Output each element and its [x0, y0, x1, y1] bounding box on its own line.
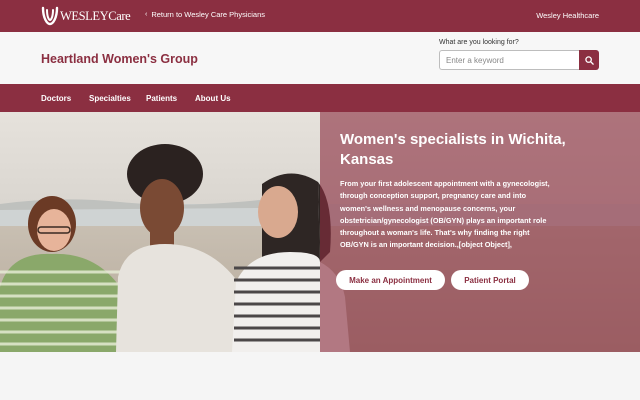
wesley-logo-icon [41, 6, 59, 26]
site-header: Heartland Women's Group What are you loo… [0, 32, 640, 84]
return-to-wesley-care-link[interactable]: ‹ Return to Wesley Care Physicians [145, 10, 265, 19]
search-icon [584, 55, 594, 65]
chevron-left-icon: ‹ [145, 11, 148, 18]
search-button[interactable] [579, 50, 599, 70]
nav-item-about-us[interactable]: About Us [195, 94, 231, 103]
wesley-care-logo[interactable]: WESLEYCare [41, 6, 131, 26]
hero-title: Women's specialists in Wichita, Kansas [340, 131, 566, 168]
main-nav: Doctors Specialties Patients About Us [0, 84, 640, 112]
nav-item-doctors[interactable]: Doctors [41, 94, 71, 103]
search-label: What are you looking for? [439, 39, 519, 46]
site-name[interactable]: Heartland Women's Group [41, 52, 198, 66]
patient-portal-button[interactable]: Patient Portal [451, 270, 529, 290]
page-below-fold [0, 352, 640, 400]
return-link-label: Return to Wesley Care Physicians [151, 10, 266, 19]
make-appointment-button[interactable]: Make an Appointment [336, 270, 445, 290]
wesley-healthcare-link[interactable]: Wesley Healthcare [536, 11, 599, 20]
top-utility-bar: WESLEYCare ‹ Return to Wesley Care Physi… [0, 0, 640, 32]
nav-item-specialties[interactable]: Specialties [89, 94, 131, 103]
nav-item-patients[interactable]: Patients [146, 94, 177, 103]
search-input[interactable] [439, 50, 580, 70]
hero-description: From your first adolescent appointment w… [340, 179, 550, 250]
logo-wordmark: WESLEYCare [60, 9, 131, 23]
hero-banner: Women's specialists in Wichita, Kansas F… [0, 112, 640, 352]
